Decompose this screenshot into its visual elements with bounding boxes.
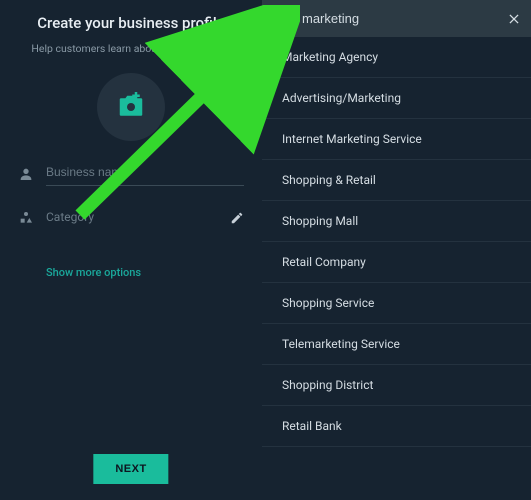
show-more-options-link[interactable]: Show more options bbox=[46, 266, 262, 279]
list-item[interactable]: Shopping District bbox=[262, 365, 531, 406]
close-icon[interactable] bbox=[507, 12, 521, 26]
business-name-input[interactable] bbox=[46, 161, 244, 186]
category-search-input[interactable] bbox=[302, 11, 507, 26]
category-row[interactable]: Category bbox=[0, 206, 262, 230]
list-item[interactable]: Retail Bank bbox=[262, 406, 531, 447]
list-item[interactable]: Advertising/Marketing bbox=[262, 78, 531, 119]
next-button[interactable]: NEXT bbox=[93, 454, 168, 484]
page-subtitle: Help customers learn about your business… bbox=[0, 42, 262, 55]
list-item[interactable]: Shopping Service bbox=[262, 283, 531, 324]
list-item[interactable]: Shopping & Retail bbox=[262, 160, 531, 201]
back-arrow-icon[interactable] bbox=[272, 11, 288, 27]
add-photo-button[interactable] bbox=[97, 73, 165, 141]
category-icon bbox=[18, 210, 34, 226]
list-item[interactable]: Internet Marketing Service bbox=[262, 119, 531, 160]
search-results-list: Marketing AgencyAdvertising/MarketingInt… bbox=[262, 37, 531, 447]
business-name-row bbox=[0, 161, 262, 186]
avatar-container bbox=[0, 73, 262, 141]
list-item[interactable]: Telemarketing Service bbox=[262, 324, 531, 365]
search-bar bbox=[262, 0, 531, 37]
camera-add-icon bbox=[116, 92, 146, 122]
person-icon bbox=[18, 166, 34, 182]
pencil-icon[interactable] bbox=[230, 211, 244, 225]
profile-setup-panel: Create your business profile Help custom… bbox=[0, 0, 262, 500]
list-item[interactable]: Marketing Agency bbox=[262, 37, 531, 78]
category-label: Category bbox=[46, 206, 222, 230]
page-title: Create your business profile bbox=[0, 0, 262, 32]
list-item[interactable]: Shopping Mall bbox=[262, 201, 531, 242]
category-search-panel: Marketing AgencyAdvertising/MarketingInt… bbox=[262, 0, 531, 500]
list-item[interactable]: Retail Company bbox=[262, 242, 531, 283]
